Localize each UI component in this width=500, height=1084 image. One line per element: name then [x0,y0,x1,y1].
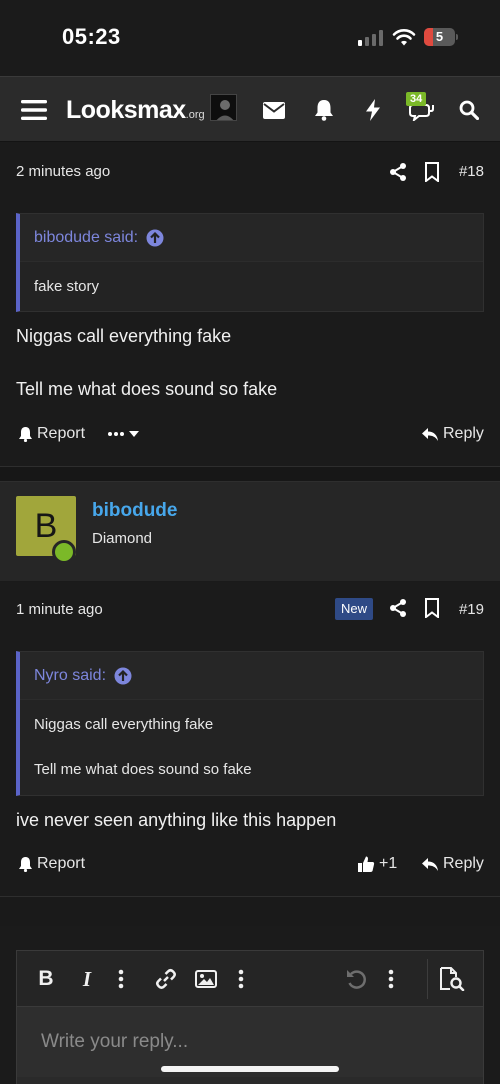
home-indicator[interactable] [161,1066,339,1072]
bell-icon [19,427,32,442]
reply-label: Reply [443,855,484,872]
wifi-icon [392,29,416,46]
image-icon[interactable] [191,951,221,1007]
new-badge: New [335,598,373,620]
more-options-button[interactable] [107,425,141,441]
bell-icon [19,857,32,872]
preview-icon[interactable] [435,951,469,1007]
post-body-line: Tell me what does sound so fake [16,379,278,399]
post-time[interactable]: 2 minutes ago [16,163,110,180]
more-editor-options-icon[interactable] [381,951,401,1007]
author-username[interactable]: bibodude [92,500,177,522]
search-icon[interactable] [454,77,484,143]
link-icon[interactable] [151,951,181,1007]
reply-label: Reply [443,425,484,442]
battery-level: 5 [435,29,444,44]
post-number[interactable]: #19 [459,601,484,618]
undo-icon[interactable] [341,951,371,1007]
more-insert-options-icon[interactable] [231,951,251,1007]
battery-icon: 5 [424,28,458,46]
bell-icon[interactable] [308,77,340,143]
post-quote: Nyro said: Niggas call everything fake T… [16,651,484,796]
quote-author[interactable]: bibodude said: [34,229,138,247]
toolbar-divider [427,959,428,999]
reply-arrow-icon [422,427,438,441]
reply-button[interactable]: Reply [421,855,484,873]
reply-arrow-icon [422,857,438,871]
report-button[interactable]: Report [18,855,85,873]
quote-text: fake story [34,278,100,295]
italic-icon[interactable]: I [72,951,102,1007]
user-avatar-thumbnail[interactable] [210,94,237,121]
status-bar: 05:23 5 [0,0,500,76]
online-status-indicator [52,540,76,564]
post-meta-bar: 2 minutes ago #18 [0,144,500,200]
post-body-line: ive never seen anything like this happen [16,810,337,830]
more-text-options-icon[interactable] [111,951,131,1007]
arrow-up-circle-icon[interactable] [146,229,164,247]
quote-author[interactable]: Nyro said: [34,667,106,685]
report-label: Report [37,425,86,442]
chat-bubbles-icon[interactable] [406,77,436,143]
reactions-summary[interactable]: +1 [357,855,397,873]
envelope-icon[interactable] [258,77,290,143]
reply-button[interactable]: Reply [421,425,484,443]
menu-icon[interactable] [14,77,54,143]
site-logo[interactable]: Looksmax.org [66,96,205,125]
bolt-icon[interactable] [358,77,388,143]
more-dots-icon [108,431,139,437]
report-label: Report [37,855,86,872]
arrow-up-circle-icon[interactable] [114,667,132,685]
bookmark-icon[interactable] [422,598,442,618]
post-quote: bibodude said: fake story [16,213,484,312]
post-separator [0,896,500,926]
share-icon[interactable] [388,162,408,182]
reaction-count: +1 [379,855,398,872]
bookmark-icon[interactable] [422,162,442,182]
post-meta-bar: 1 minute ago #19 [0,582,500,638]
quote-text: Niggas call everything fake [34,716,214,733]
author-title: Diamond [92,530,153,547]
quote-header[interactable]: bibodude said: [20,214,483,262]
app-header: Looksmax.org [0,76,500,142]
post-number[interactable]: #18 [459,163,484,180]
quote-text: Tell me what does sound so fake [34,761,252,778]
post-time[interactable]: 1 minute ago [16,601,103,618]
quote-header[interactable]: Nyro said: [20,652,483,700]
post-separator [0,466,500,482]
cellular-signal-icon [358,30,384,46]
thumbs-up-icon [358,856,375,872]
reply-editor: B I [16,950,484,1084]
report-button[interactable]: Report [18,425,85,443]
editor-toolbar: B I [17,951,483,1007]
bold-icon[interactable]: B [31,951,61,1007]
post-author-block: B bibodude Diamond [0,482,500,582]
status-time: 05:23 [62,24,121,49]
share-icon[interactable] [388,598,408,618]
conversations-badge: 34 [406,92,427,106]
post-body-line: Niggas call everything fake [16,326,232,346]
